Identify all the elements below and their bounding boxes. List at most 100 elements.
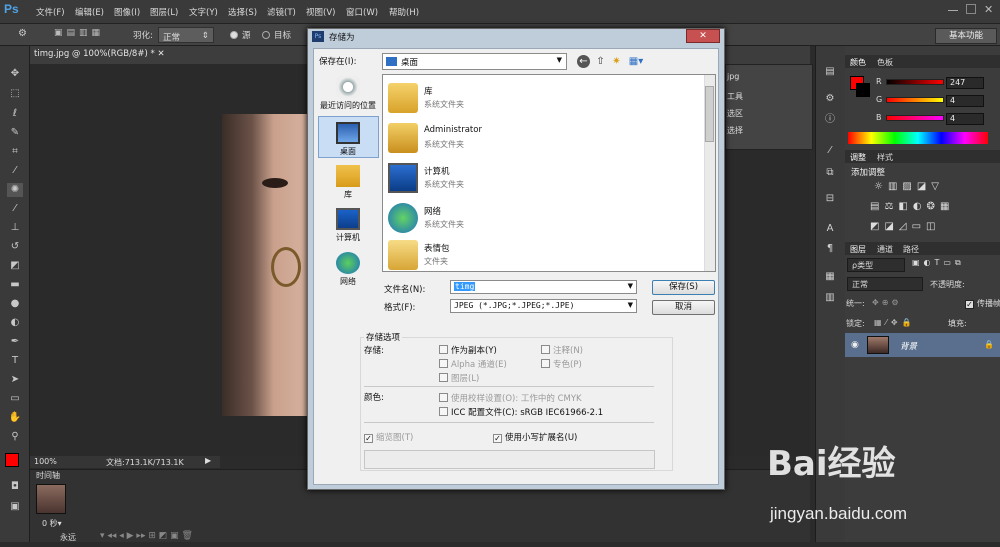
screen-mode-icon[interactable]: ▣ (7, 500, 23, 514)
propagate-frame[interactable]: ✓ 传播帧 (965, 298, 1000, 309)
b-slider[interactable] (886, 115, 944, 121)
quick-select-tool-icon[interactable]: ✎ (7, 126, 23, 140)
quick-mask-icon[interactable]: ◘ (7, 480, 23, 494)
lock-icons[interactable]: ▦⁄✥🔒 (874, 318, 916, 327)
tool-presets-icon[interactable]: ⧉ (823, 166, 837, 180)
adjustment-icons-row2[interactable]: ▤⚖◧◐❂▦ (870, 201, 954, 212)
selection-mode-icons[interactable]: ▣▤▥▦ (54, 28, 104, 38)
up-folder-icon[interactable]: ⇧ (594, 55, 607, 68)
collapsed-item-tools[interactable]: 工具 (727, 91, 743, 102)
b-value[interactable]: 4 (946, 113, 984, 125)
tab-adjustments[interactable]: 调整 (850, 152, 866, 163)
close-icon[interactable]: ✕ (984, 3, 993, 16)
maximize-icon[interactable] (966, 4, 976, 14)
tab-layers[interactable]: 图层 (850, 244, 866, 255)
tab-swatches[interactable]: 色板 (877, 57, 893, 68)
icc-option[interactable]: ICC 配置文件(C): sRGB IEC61966-2.1 (439, 406, 603, 418)
back-icon[interactable]: ← (577, 55, 590, 68)
layer-name[interactable]: 背景 (900, 340, 917, 352)
crop-tool-icon[interactable]: ⌗ (7, 145, 23, 159)
color-bg-swatch[interactable] (856, 83, 870, 97)
gradient-tool-icon[interactable]: ▬ (7, 278, 23, 292)
paragraph-panel-icon[interactable]: ¶ (823, 242, 837, 256)
path-select-icon[interactable]: ➤ (7, 373, 23, 387)
move-tool-icon[interactable]: ✥ (7, 67, 23, 81)
document-tab[interactable]: timg.jpg @ 100%(RGB/8#) * ✕ (34, 49, 165, 59)
history-brush-icon[interactable]: ↺ (7, 240, 23, 254)
blend-mode-select[interactable]: 正常 (847, 277, 923, 291)
layer-comps-icon[interactable]: ⊟ (823, 192, 837, 206)
adjustment-icons-row3[interactable]: ◩◪◿▭◫ (870, 221, 940, 232)
save-in-select[interactable]: 桌面 ▼ (382, 53, 567, 70)
scrollbar-thumb[interactable] (705, 86, 714, 142)
tab-channels[interactable]: 通道 (877, 244, 893, 255)
file-item-library[interactable]: 库系统文件夹 (388, 81, 688, 117)
color-spectrum[interactable] (848, 132, 988, 144)
status-menu-icon[interactable]: ▶ (205, 456, 211, 465)
collapsed-item-selection-area[interactable]: 选区 (727, 108, 743, 119)
brush-tool-icon[interactable]: ⁄ (7, 202, 23, 216)
properties-panel-icon[interactable]: ▥ (823, 291, 837, 305)
animation-frame-thumbnail[interactable] (36, 484, 66, 514)
as-copy-checkbox[interactable] (439, 345, 448, 354)
radio-target[interactable] (262, 31, 270, 39)
history-panel-icon[interactable]: ▤ (823, 65, 837, 79)
menu-image[interactable]: 图像(I) (114, 6, 140, 18)
menu-type[interactable]: 文字(Y) (189, 6, 218, 18)
place-recent[interactable]: 最近访问的位置 (317, 76, 379, 111)
as-copy-option[interactable]: 作为副本(Y) (439, 344, 497, 356)
timeline-controls[interactable]: ▾ ◂◂ ◂ ▶ ▸▸ ⊞ ◩ ▣ 🗑 (100, 531, 193, 541)
place-network[interactable]: 网络 (317, 252, 379, 287)
menu-filter[interactable]: 滤镜(T) (267, 6, 296, 18)
unify-icons[interactable]: ✥⊕⚙ (872, 298, 902, 307)
menu-file[interactable]: 文件(F) (36, 6, 65, 18)
dodge-tool-icon[interactable]: ◐ (7, 316, 23, 330)
menu-help[interactable]: 帮助(H) (389, 6, 419, 18)
save-button[interactable]: 保存(S) (652, 280, 715, 295)
file-item-administrator[interactable]: Administrator 系统文件夹 (388, 121, 688, 157)
place-library[interactable]: 库 (317, 165, 379, 200)
zoom-tool-icon[interactable]: ⚲ (7, 430, 23, 444)
menu-window[interactable]: 窗口(W) (346, 6, 378, 18)
tool-preset-icon[interactable]: ⚙ (18, 28, 27, 39)
layer-kind-filter[interactable]: ρ类型 (847, 258, 905, 272)
format-select[interactable]: JPEG (*.JPG;*.JPEG;*.JPE) ▼ (450, 299, 637, 313)
menu-view[interactable]: 视图(V) (306, 6, 335, 18)
timeline-tab[interactable]: 时间轴 (36, 470, 60, 481)
new-folder-icon[interactable]: ✷ (610, 55, 623, 68)
file-item-computer[interactable]: 计算机 系统文件夹 (388, 161, 688, 197)
tab-color[interactable]: 颜色 (850, 57, 866, 68)
patch-tool-icon[interactable]: ✺ (7, 183, 23, 197)
collapsed-item-jpg[interactable]: jpg (727, 72, 739, 81)
r-slider[interactable] (886, 79, 944, 85)
pen-tool-icon[interactable]: ✒ (7, 335, 23, 349)
eye-icon[interactable]: ◉ (851, 340, 859, 350)
actions-panel-icon[interactable]: ⚙ (823, 92, 837, 106)
eyedropper-tool-icon[interactable]: ⁄ (7, 164, 23, 178)
frame-delay[interactable]: 0 秒▾ (42, 518, 62, 529)
menu-select[interactable]: 选择(S) (228, 6, 257, 18)
adjustment-icons-row1[interactable]: ☼▥▨◪▽ (874, 181, 944, 192)
file-item-network[interactable]: 网络 系统文件夹 (388, 201, 688, 237)
blur-tool-icon[interactable]: ● (7, 297, 23, 311)
menu-layer[interactable]: 图层(L) (150, 6, 178, 18)
shape-tool-icon[interactable]: ▭ (7, 392, 23, 406)
eraser-tool-icon[interactable]: ◩ (7, 259, 23, 273)
zoom-level[interactable]: 100% (34, 457, 57, 466)
brush-panel-icon[interactable]: ⁄ (823, 144, 837, 158)
lasso-tool-icon[interactable]: ℓ (7, 107, 23, 121)
tab-paths[interactable]: 路径 (903, 244, 919, 255)
marquee-tool-icon[interactable]: ⬚ (7, 87, 23, 101)
place-desktop-content[interactable]: 桌面 (317, 122, 379, 157)
radio-source[interactable] (230, 31, 238, 39)
view-menu-icon[interactable]: ▦▾ (626, 55, 646, 68)
filename-input[interactable]: timg ▼ (450, 280, 637, 294)
type-tool-icon[interactable]: T (7, 354, 23, 368)
loop-option[interactable]: 永远 (60, 532, 76, 543)
close-tab-icon[interactable]: ✕ (157, 49, 164, 59)
mode-select[interactable]: 正常 ⇕ (158, 27, 214, 43)
menu-edit[interactable]: 编辑(E) (75, 6, 104, 18)
dialog-close-icon[interactable]: ✕ (686, 29, 720, 43)
layer-filter-icons[interactable]: ▣◐T▭⧉ (912, 258, 965, 268)
place-computer[interactable]: 计算机 (317, 208, 379, 243)
